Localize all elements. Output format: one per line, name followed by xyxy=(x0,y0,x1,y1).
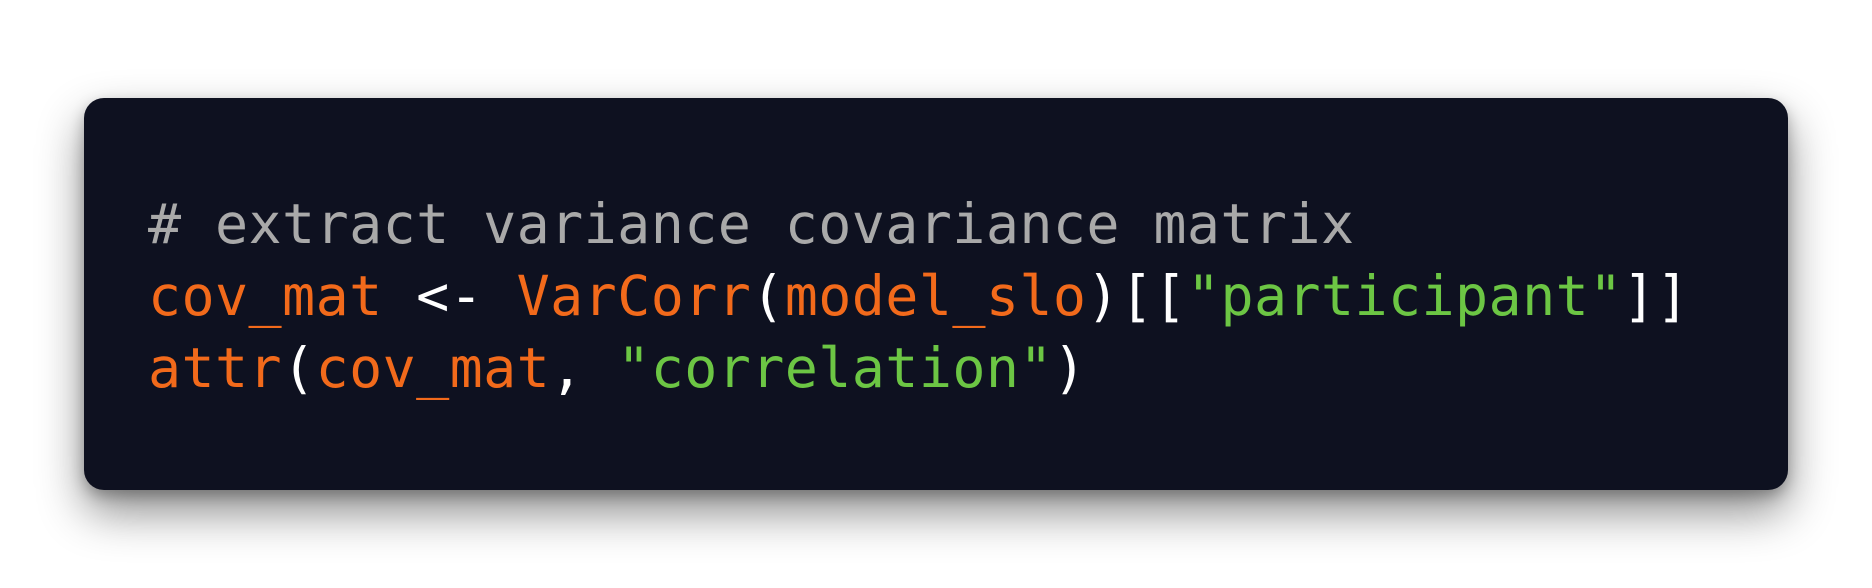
code-argument: cov_mat xyxy=(315,336,551,400)
code-string-literal: "participant" xyxy=(1186,264,1623,328)
code-variable: cov_mat xyxy=(148,264,383,328)
code-snippet-card: # extract variance covariance matrix cov_… xyxy=(84,98,1788,490)
code-comment: # extract variance covariance matrix xyxy=(148,192,1355,256)
code-block: # extract variance covariance matrix cov_… xyxy=(148,188,1690,404)
code-function-name: VarCorr xyxy=(516,264,752,328)
code-index-open: )[[ xyxy=(1086,264,1187,328)
code-line-comment: # extract variance covariance matrix xyxy=(148,188,1690,260)
code-string-literal: "correlation" xyxy=(617,336,1053,400)
page-canvas: # extract variance covariance matrix cov_… xyxy=(0,0,1872,588)
code-line-assignment: cov_mat <- VarCorr(model_slo)[["particip… xyxy=(148,260,1690,332)
code-index-close: ]] xyxy=(1622,264,1690,328)
code-assign-operator: <- xyxy=(382,264,517,328)
code-line-attr-call: attr(cov_mat, "correlation") xyxy=(148,332,1690,404)
code-open-paren: ( xyxy=(282,336,316,400)
code-open-paren: ( xyxy=(751,264,785,328)
code-function-name: attr xyxy=(148,336,283,400)
code-comma: , xyxy=(550,336,618,400)
code-close-paren: ) xyxy=(1052,336,1087,400)
code-argument: model_slo xyxy=(784,264,1087,328)
